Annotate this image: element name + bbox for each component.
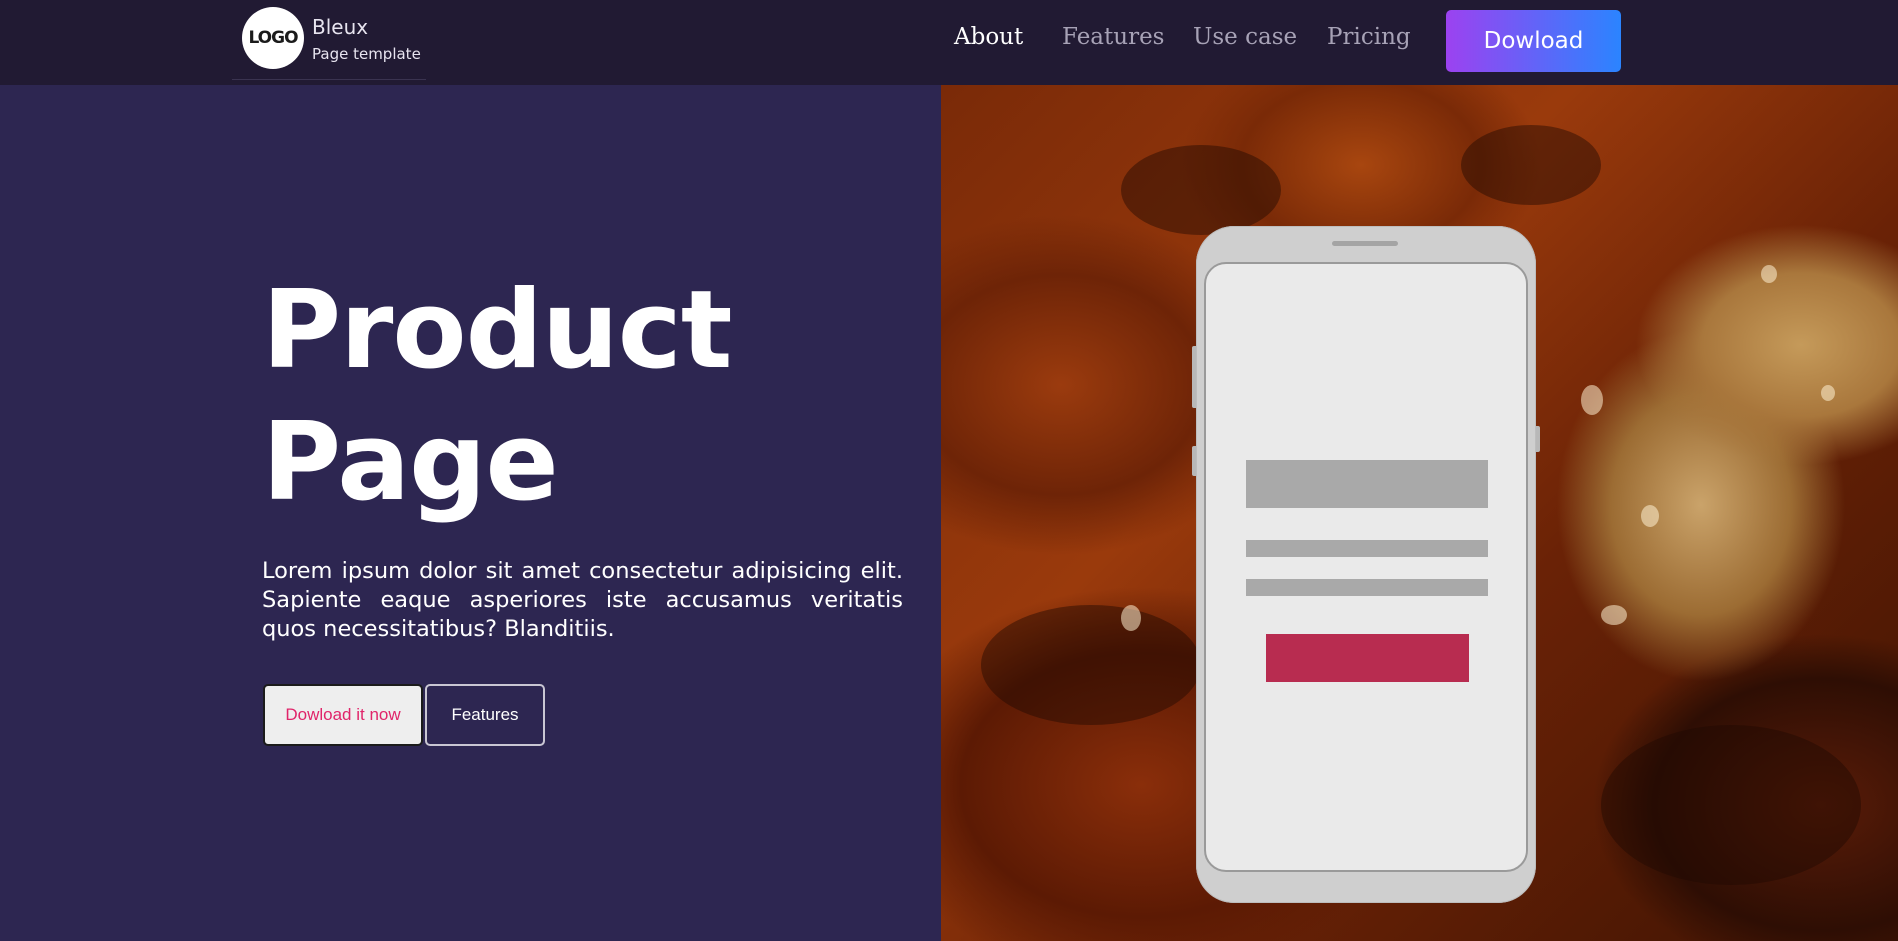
leaf-shadow <box>1601 725 1861 885</box>
download-it-now-button[interactable]: Dowload it now <box>263 684 423 746</box>
hero-description: Lorem ipsum dolor sit amet consectetur a… <box>262 558 903 642</box>
nav-link-use-case[interactable]: Use case <box>1193 24 1297 50</box>
nav-link-features[interactable]: Features <box>1062 24 1165 50</box>
water-drop <box>1581 385 1603 415</box>
phone-speaker <box>1332 241 1398 246</box>
brand-name: Bleux <box>312 15 369 39</box>
leaf-shadow <box>1461 125 1601 205</box>
page-title: Product Page <box>262 265 732 529</box>
placeholder-button <box>1266 634 1469 682</box>
nav-link-pricing[interactable]: Pricing <box>1327 24 1411 50</box>
placeholder-line <box>1246 540 1488 557</box>
top-navbar: LOGO Bleux Page template About Features … <box>0 0 1898 85</box>
logo-circle-icon: LOGO <box>242 7 304 69</box>
download-button[interactable]: Dowload <box>1446 10 1621 72</box>
placeholder-block <box>1246 460 1488 508</box>
brand[interactable]: LOGO Bleux Page template <box>232 4 426 80</box>
page-title-line-1: Product <box>262 268 732 393</box>
leaf-shadow <box>981 605 1201 725</box>
water-drop <box>1641 505 1659 527</box>
leaf-shadow <box>1121 145 1281 235</box>
water-drop <box>1121 605 1141 631</box>
phone-screen <box>1204 262 1528 872</box>
features-button[interactable]: Features <box>425 684 545 746</box>
water-drop <box>1601 605 1627 625</box>
nav-link-about[interactable]: About <box>954 24 1023 50</box>
phone-side-button <box>1536 426 1540 452</box>
water-drop <box>1761 265 1777 283</box>
phone-mockup <box>1192 226 1540 903</box>
phone-side-button <box>1192 346 1196 408</box>
hero-text-section: Product Page Lorem ipsum dolor sit amet … <box>0 85 941 941</box>
page-title-line-2: Page <box>262 400 559 525</box>
phone-side-button <box>1192 446 1196 476</box>
placeholder-line <box>1246 579 1488 596</box>
brand-subtitle: Page template <box>312 45 421 63</box>
water-drop <box>1821 385 1835 401</box>
